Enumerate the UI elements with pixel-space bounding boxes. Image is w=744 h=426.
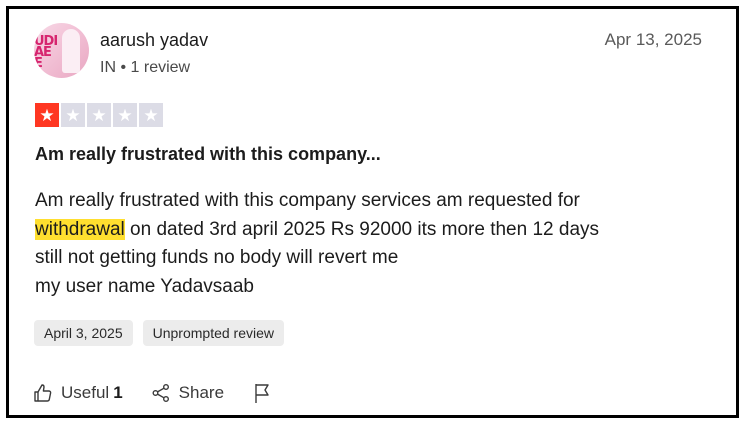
highlighted-keyword: withdrawal xyxy=(35,218,125,240)
star-filled-icon: ★ xyxy=(35,103,59,127)
share-label: Share xyxy=(178,383,225,402)
flag-icon xyxy=(255,384,269,403)
review-body: Am really frustrated with this company s… xyxy=(35,187,715,301)
avatar-text: UDI AE E xyxy=(34,34,58,71)
body-line-3: still not getting funds no body will rev… xyxy=(35,247,399,268)
review-card: UDI AE E aarush yadav IN • 1 review Apr … xyxy=(6,6,739,418)
useful-label: Useful xyxy=(61,383,110,402)
review-actions: Useful 1 Share xyxy=(33,382,308,404)
review-title[interactable]: Am really frustrated with this company..… xyxy=(35,144,381,165)
author-review-count: 1 review xyxy=(130,59,191,76)
body-line-2: on dated 3rd april 2025 Rs 92000 its mor… xyxy=(124,218,600,240)
experience-date-tag: April 3, 2025 xyxy=(34,320,133,346)
share-icon xyxy=(152,384,169,402)
star-empty-icon: ★ xyxy=(139,103,163,127)
meta-separator: • xyxy=(120,59,127,76)
star-empty-icon: ★ xyxy=(61,103,85,127)
author-meta: IN • 1 review xyxy=(100,59,190,77)
author-country: IN xyxy=(100,59,116,76)
review-date: Apr 13, 2025 xyxy=(604,30,702,49)
body-line-1: Am really frustrated with this company s… xyxy=(35,190,580,211)
body-line-4: my user name Yadavsaab xyxy=(35,275,254,297)
report-button[interactable] xyxy=(252,382,280,404)
thumbs-up-icon xyxy=(34,384,52,402)
avatar-figure xyxy=(62,29,80,73)
author-name[interactable]: aarush yadav xyxy=(100,30,208,51)
share-button[interactable]: Share xyxy=(151,383,224,403)
review-tags: April 3, 2025 Unprompted review xyxy=(34,320,284,346)
avatar[interactable]: UDI AE E xyxy=(34,23,89,78)
star-empty-icon: ★ xyxy=(113,103,137,127)
useful-count: 1 xyxy=(113,383,123,402)
star-empty-icon: ★ xyxy=(87,103,111,127)
unprompted-review-tag[interactable]: Unprompted review xyxy=(142,320,284,346)
useful-button[interactable]: Useful 1 xyxy=(33,383,123,403)
star-rating: ★ ★ ★ ★ ★ xyxy=(35,103,163,127)
